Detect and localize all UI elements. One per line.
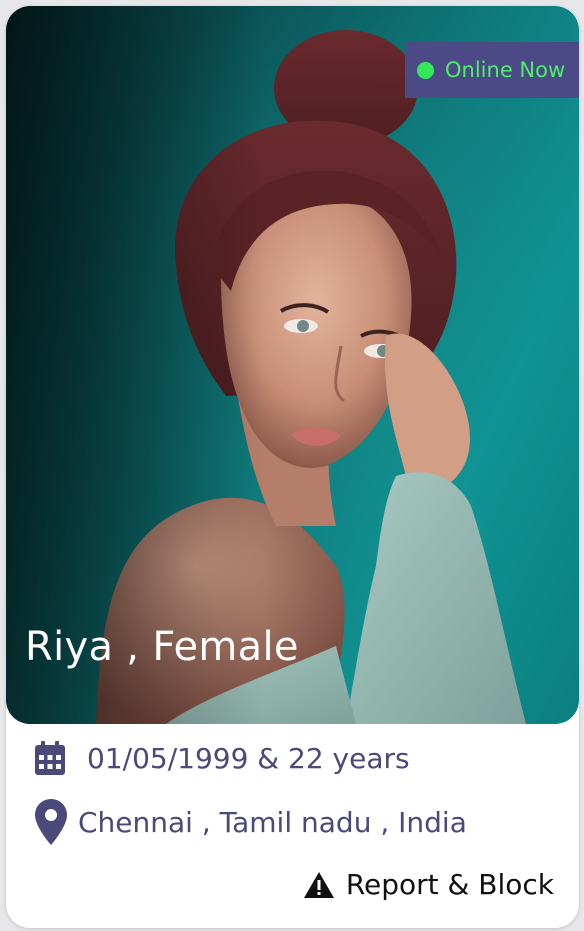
profile-name-gender: Riya , Female bbox=[25, 624, 299, 670]
location-text: Chennai , Tamil nadu , India bbox=[78, 805, 467, 839]
online-status-badge: Online Now bbox=[405, 42, 579, 98]
report-block-button[interactable]: Report & Block bbox=[303, 868, 554, 901]
dob-row: 01/05/1999 & 22 years bbox=[35, 741, 410, 775]
warning-icon bbox=[303, 871, 334, 898]
online-dot-icon bbox=[417, 61, 434, 79]
location-row: Chennai , Tamil nadu , India bbox=[35, 799, 467, 845]
map-pin-icon bbox=[35, 799, 67, 845]
portrait-illustration bbox=[6, 6, 579, 724]
dob-age-text: 01/05/1999 & 22 years bbox=[87, 741, 410, 775]
calendar-icon bbox=[35, 741, 65, 775]
report-block-label: Report & Block bbox=[345, 868, 554, 901]
profile-card: Online Now Riya , Female 01/05/1999 & 22… bbox=[6, 6, 579, 928]
profile-photo[interactable]: Online Now Riya , Female bbox=[6, 6, 579, 724]
online-status-label: Online Now bbox=[445, 58, 566, 82]
